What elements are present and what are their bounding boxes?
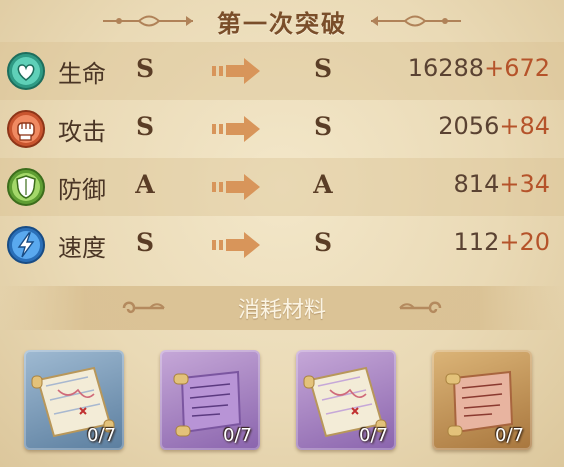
material-slot-2[interactable]: 0/7 bbox=[160, 350, 260, 450]
title-bar: 第一次突破 bbox=[0, 0, 564, 42]
stat-row-defense: 防御 A A 814+34 bbox=[0, 158, 564, 216]
materials-title: 消耗材料 bbox=[237, 298, 326, 323]
material-count: 0/7 bbox=[223, 425, 252, 446]
stat-bonus-value: +20 bbox=[499, 228, 550, 256]
stat-value: 814+34 bbox=[454, 170, 550, 198]
grade-after: A bbox=[313, 170, 333, 199]
stat-row-attack: 攻击 S S 2056+84 bbox=[0, 100, 564, 158]
breakthrough-panel: 第一次突破 生命 S S 16288+672 攻击 S S 2056+84 防御… bbox=[0, 0, 564, 467]
grade-before: S bbox=[135, 228, 155, 257]
shield-icon bbox=[7, 168, 45, 206]
material-slot-1[interactable]: 0/7 bbox=[24, 350, 124, 450]
grade-before: S bbox=[135, 54, 155, 83]
material-count: 0/7 bbox=[495, 425, 524, 446]
grade-before: A bbox=[135, 170, 155, 199]
left-scroll-ornament-icon bbox=[122, 301, 165, 314]
stat-label: 速度 bbox=[58, 234, 106, 262]
arrow-right-icon bbox=[212, 58, 260, 84]
stat-value: 2056+84 bbox=[438, 112, 550, 140]
materials-header: 消耗材料 bbox=[0, 286, 564, 330]
stat-label: 生命 bbox=[58, 60, 106, 88]
grade-before: S bbox=[135, 112, 155, 141]
heart-icon bbox=[7, 52, 45, 90]
right-scroll-ornament-icon bbox=[399, 301, 442, 314]
arrow-right-icon bbox=[212, 232, 260, 258]
right-flourish-icon bbox=[371, 15, 461, 27]
grade-after: S bbox=[313, 228, 333, 257]
stat-base-value: 2056 bbox=[438, 112, 500, 140]
page-title: 第一次突破 bbox=[217, 8, 347, 38]
material-count: 0/7 bbox=[359, 425, 388, 446]
stat-bonus-value: +672 bbox=[484, 54, 550, 82]
material-count: 0/7 bbox=[87, 425, 116, 446]
stat-base-value: 814 bbox=[453, 170, 500, 198]
stat-value: 16288+672 bbox=[408, 54, 550, 82]
stat-base-value: 112 bbox=[453, 228, 500, 256]
grade-after: S bbox=[313, 54, 333, 83]
left-flourish-icon bbox=[103, 15, 193, 27]
stat-row-speed: 速度 S S 112+20 bbox=[0, 216, 564, 274]
material-slot-3[interactable]: 0/7 bbox=[296, 350, 396, 450]
stat-bonus-value: +84 bbox=[499, 112, 550, 140]
material-slot-4[interactable]: 0/7 bbox=[432, 350, 532, 450]
stat-bonus-value: +34 bbox=[499, 170, 550, 198]
arrow-right-icon bbox=[212, 116, 260, 142]
stat-row-hp: 生命 S S 16288+672 bbox=[0, 42, 564, 100]
fist-icon bbox=[7, 110, 45, 148]
grade-after: S bbox=[313, 112, 333, 141]
stat-base-value: 16288 bbox=[407, 54, 485, 82]
arrow-right-icon bbox=[212, 174, 260, 200]
stat-value: 112+20 bbox=[454, 228, 550, 256]
lightning-icon bbox=[7, 226, 45, 264]
stat-label: 攻击 bbox=[58, 118, 106, 146]
stat-label: 防御 bbox=[58, 176, 106, 204]
